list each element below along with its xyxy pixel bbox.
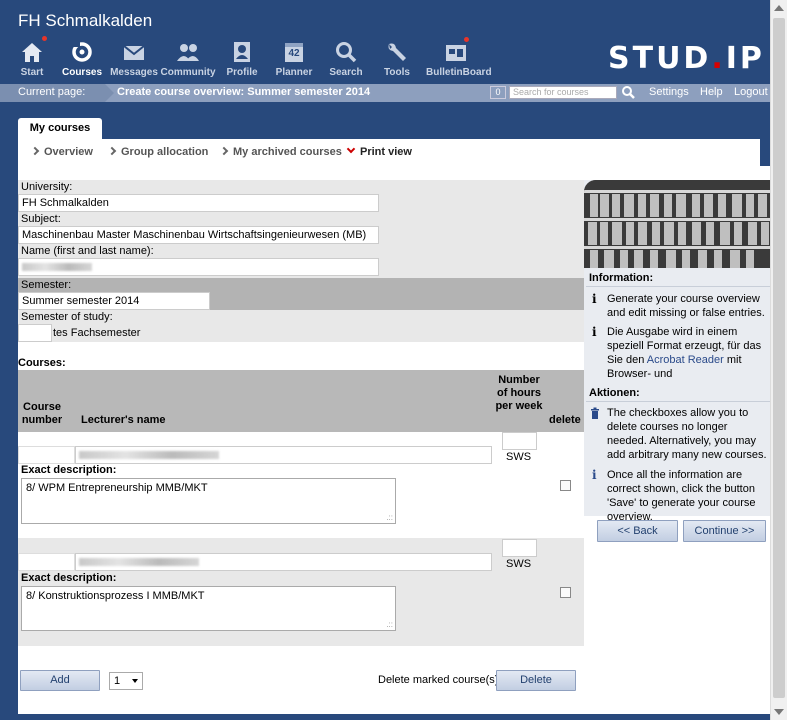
mail-icon (121, 40, 147, 64)
nav-label: Profile (226, 67, 258, 78)
description-field[interactable]: 8/ Konstruktionsprozess I MMB/MKT.:: (21, 586, 396, 631)
subject-label: Subject: (21, 213, 61, 225)
courses-label: Courses: (18, 357, 66, 369)
nav-tools[interactable]: Tools (367, 40, 427, 78)
action-text-1: The checkboxes allow you to delete cours… (607, 407, 767, 461)
info-icon: i (592, 468, 597, 482)
hours-field[interactable] (502, 432, 537, 450)
acrobat-reader-link[interactable]: Acrobat Reader (647, 354, 724, 366)
actions-heading: Aktionen: (589, 387, 640, 399)
semester-label: Semester: (21, 279, 72, 291)
delete-checkbox[interactable] (560, 587, 571, 598)
logout-link[interactable]: Logout (734, 86, 768, 98)
add-count-select[interactable]: 1 (109, 672, 143, 690)
delete-marked-label: Delete marked course(s) (378, 674, 499, 686)
current-page-label: Current page: (0, 84, 114, 102)
study-semester-suffix: tes Fachsemester (53, 327, 141, 339)
university-label: University: (21, 181, 73, 193)
nav-label: BulletinBoard (426, 67, 492, 78)
lecturer-field[interactable] (75, 553, 492, 571)
description-field[interactable]: 8/ WPM Entrepreneurship MMB/MKT.:: (21, 478, 396, 524)
search-input[interactable]: Search for courses (509, 86, 617, 99)
hours-field[interactable] (502, 539, 537, 557)
studip-logo: STUD.IP (608, 41, 765, 76)
action-text-2: Once all the information are correct sho… (607, 469, 756, 523)
description-label: Exact description: (21, 464, 117, 476)
nav-label: Messages (110, 67, 158, 78)
nav-label: Tools (384, 67, 410, 78)
nav-profile[interactable]: Profile (212, 40, 272, 78)
chevron-down-icon (132, 679, 138, 683)
info-text-2: Die Ausgabe wird in einem speziell Forma… (607, 326, 762, 380)
nav-community[interactable]: Community (158, 40, 218, 78)
info-icon: i (592, 325, 597, 339)
planner-badge: 42 (288, 48, 300, 59)
course-number-field[interactable] (18, 553, 75, 571)
profile-icon (229, 40, 255, 64)
nav-planner[interactable]: 42 Planner (264, 40, 324, 78)
name-field[interactable] (18, 258, 379, 276)
study-semester-field[interactable] (18, 324, 52, 342)
subnav-print-view[interactable]: Print view (346, 144, 412, 158)
info-icon: i (592, 292, 597, 306)
counter-badge[interactable]: 0 (490, 86, 506, 99)
subject-field[interactable]: Maschinenbau Master Maschinenbau Wirtsch… (18, 226, 379, 244)
col-delete: delete (549, 414, 581, 426)
calendar-icon: 42 (281, 40, 307, 64)
wrench-icon (384, 40, 410, 64)
delete-button[interactable]: Delete (496, 670, 576, 691)
col-hours-per-week: Number of hours per week (495, 374, 543, 412)
delete-checkbox[interactable] (560, 480, 571, 491)
search-icon (333, 40, 359, 64)
info-text-1: Generate your course overview and edit m… (607, 293, 765, 319)
sws-label: SWS (506, 558, 532, 570)
breadcrumb: Current page: Create course overview: Su… (0, 84, 770, 102)
subnav-archived-courses[interactable]: My archived courses (219, 146, 342, 158)
search-icon[interactable] (621, 85, 635, 100)
community-icon (175, 40, 201, 64)
divider (586, 401, 770, 402)
divider (586, 286, 770, 287)
col-course-number: Course number (21, 401, 63, 426)
sidebar-image (584, 180, 770, 268)
home-icon (19, 36, 47, 64)
study-semester-label: Semester of study: (21, 311, 113, 323)
information-heading: Information: (589, 272, 654, 284)
sws-label: SWS (506, 451, 532, 463)
nav-label: Planner (275, 67, 313, 78)
lecturer-field[interactable] (75, 446, 492, 464)
tab-my-courses[interactable]: My courses (18, 118, 102, 139)
courses-icon (69, 40, 95, 64)
add-button[interactable]: Add (20, 670, 100, 691)
page-title: Create course overview: Summer semester … (117, 86, 371, 98)
subnav-overview[interactable]: Overview (30, 146, 93, 158)
help-link[interactable]: Help (700, 86, 723, 98)
course-number-field[interactable] (18, 446, 75, 464)
settings-link[interactable]: Settings (649, 86, 689, 98)
nav-bulletinboard[interactable]: BulletinBoard (426, 37, 492, 78)
subnav-group-allocation[interactable]: Group allocation (107, 146, 208, 158)
nav-label: Courses (61, 67, 102, 78)
university-field[interactable]: FH Schmalkalden (18, 194, 379, 212)
semester-field[interactable]: Summer semester 2014 (18, 292, 210, 310)
description-label: Exact description: (21, 572, 117, 584)
scrollbar[interactable] (770, 0, 787, 720)
nav-label: Community (160, 67, 216, 78)
trash-icon (590, 407, 600, 422)
nav-messages[interactable]: Messages (104, 40, 164, 78)
bulletinboard-icon (443, 37, 469, 64)
name-label: Name (first and last name): (21, 245, 154, 257)
nav-courses[interactable]: Courses (52, 40, 112, 78)
back-button[interactable]: << Back (597, 520, 678, 542)
continue-button[interactable]: Continue >> (683, 520, 766, 542)
institution-name: FH Schmalkalden (18, 11, 153, 30)
col-lecturer-name: Lecturer's name (81, 414, 166, 426)
